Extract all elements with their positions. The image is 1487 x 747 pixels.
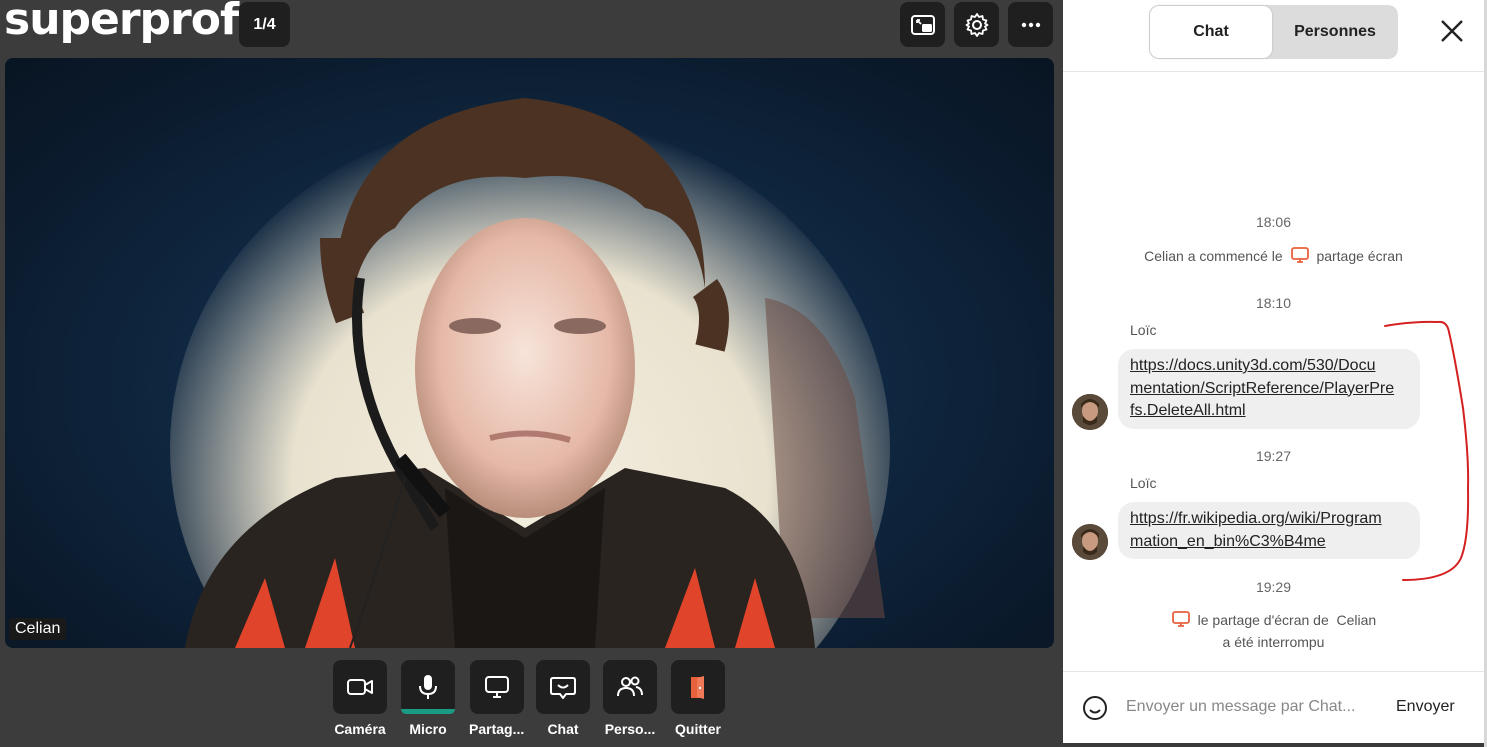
picture-in-picture-button[interactable]: [900, 2, 945, 47]
system-message: le partage d'écran de Celian: [1063, 610, 1484, 628]
message-author: Loïc: [1130, 322, 1157, 338]
avatar-image: [1072, 524, 1108, 560]
chat-icon: [550, 677, 576, 699]
message-input-bar: Envoyer un message par Chat... Envoyer: [1063, 672, 1484, 743]
video-area: superprof 1/4 Celian Caméra Micro Partag…: [0, 0, 1063, 747]
people-control[interactable]: Perso...: [603, 660, 657, 737]
hand-drawn-annotation: [1384, 320, 1470, 581]
quit-control[interactable]: Quitter: [671, 660, 725, 737]
participant-name-label: Celian: [9, 618, 67, 640]
timestamp: 18:06: [1255, 214, 1292, 230]
link-line: https://docs.unity3d.com/530/Docu: [1130, 357, 1376, 374]
camera-icon: [347, 679, 373, 695]
more-dots-icon: [1021, 22, 1040, 27]
screen-share-icon: [1171, 611, 1190, 627]
quit-button[interactable]: [671, 660, 725, 714]
people-label: Perso...: [604, 721, 656, 737]
microphone-icon: [419, 675, 437, 699]
message-link[interactable]: https://fr.wikipedia.org/wiki/Program mat…: [1130, 510, 1382, 550]
chat-control[interactable]: Chat: [536, 660, 590, 737]
micro-control[interactable]: Micro: [401, 660, 455, 737]
system-message-text: Celian a commencé le: [1144, 248, 1283, 264]
tab-chat[interactable]: Chat: [1150, 6, 1272, 58]
screen-share-button[interactable]: [469, 660, 524, 714]
system-message-text: a été interrompu: [1222, 634, 1325, 650]
system-message-name: Celian: [1336, 612, 1377, 628]
superprof-logo: superprof: [4, 0, 239, 45]
emoji-icon[interactable]: [1082, 695, 1108, 721]
gear-icon: [965, 12, 988, 37]
close-icon[interactable]: [1439, 18, 1465, 44]
system-message-text: le partage d'écran de: [1197, 612, 1329, 628]
chat-message-bubble: https://docs.unity3d.com/530/Docu mentati…: [1118, 349, 1420, 429]
message-author: Loïc: [1130, 475, 1157, 491]
participant-video: [5, 58, 1054, 648]
link-line: fs.DeleteAll.html: [1130, 402, 1246, 419]
panel-tabs: Chat Personnes: [1149, 5, 1398, 59]
settings-button[interactable]: [954, 2, 999, 47]
avatar: [1072, 394, 1108, 430]
avatar: [1072, 524, 1108, 560]
screen-share-icon: [484, 676, 509, 698]
screen-share-icon: [1290, 247, 1309, 263]
link-line: mation_en_bin%C3%B4me: [1130, 532, 1326, 550]
system-message-text: partage écran: [1316, 248, 1403, 264]
picture-in-picture-icon: [910, 14, 935, 35]
camera-label: Caméra: [334, 721, 386, 737]
link-line: mentation/ScriptReference/PlayerPre: [1130, 379, 1395, 397]
people-button[interactable]: [603, 660, 657, 714]
message-link[interactable]: https://docs.unity3d.com/530/Docu mentati…: [1130, 357, 1394, 419]
micro-active-indicator: [401, 709, 455, 714]
timestamp: 18:10: [1255, 295, 1292, 311]
system-message: Celian a commencé le partage écran: [1063, 246, 1484, 264]
tab-people[interactable]: Personnes: [1274, 6, 1396, 58]
quit-label: Quitter: [675, 721, 721, 737]
chat-button[interactable]: [536, 660, 590, 714]
link-line: https://fr.wikipedia.org/wiki/Program: [1130, 510, 1382, 527]
people-icon: [617, 676, 643, 697]
camera-control[interactable]: Caméra: [333, 660, 387, 737]
screen-share-label: Partag...: [469, 721, 525, 737]
micro-label: Micro: [409, 721, 447, 737]
camera-button[interactable]: [333, 660, 387, 714]
avatar-image: [1072, 394, 1108, 430]
micro-button[interactable]: [401, 660, 455, 714]
send-button[interactable]: Envoyer: [1396, 698, 1455, 716]
participant-video-image: [170, 98, 890, 648]
chat-panel: Chat Personnes 18:06 Celian a commencé l…: [1063, 0, 1484, 743]
chat-message-bubble: https://fr.wikipedia.org/wiki/Program mat…: [1118, 502, 1420, 559]
chat-label: Chat: [547, 721, 579, 737]
more-options-button[interactable]: [1008, 2, 1053, 47]
header-divider: [1063, 71, 1484, 72]
message-input[interactable]: Envoyer un message par Chat...: [1126, 698, 1355, 716]
screen-share-control[interactable]: Partag...: [469, 660, 524, 737]
page-indicator[interactable]: 1/4: [239, 2, 290, 47]
exit-door-icon: [691, 676, 704, 699]
